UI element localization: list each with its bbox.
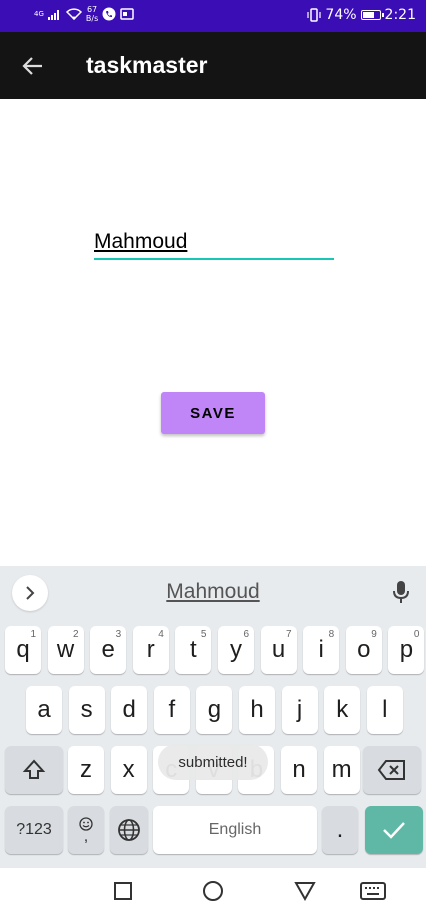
key-hint: 2 xyxy=(73,629,79,640)
shift-icon xyxy=(22,759,46,779)
vibrate-icon xyxy=(307,8,322,22)
key-i[interactable]: i8 xyxy=(303,626,340,674)
key-s[interactable]: s xyxy=(68,686,105,734)
back-nav-button[interactable] xyxy=(290,876,320,906)
microphone-icon xyxy=(393,581,409,603)
key-label: r xyxy=(146,636,155,663)
recents-button[interactable] xyxy=(108,876,138,906)
status-bar: 4G 67 B/s 74% 2:21 xyxy=(0,0,426,32)
shift-key[interactable] xyxy=(5,746,63,794)
square-icon xyxy=(114,882,132,900)
key-hint: 6 xyxy=(243,629,249,640)
speed-unit: B/s xyxy=(85,14,99,23)
toast-message: submitted! xyxy=(158,744,268,780)
soft-keyboard: Mahmoud q1w2e3r4t5y6u7i8o9p0asdfghjklzxc… xyxy=(0,566,426,868)
circle-icon xyxy=(203,881,223,901)
phone-call-icon xyxy=(102,7,116,21)
key-d[interactable]: d xyxy=(111,686,148,734)
triangle-back-icon xyxy=(294,882,316,901)
key-j[interactable]: j xyxy=(281,686,318,734)
key-e[interactable]: e3 xyxy=(90,626,127,674)
backspace-key[interactable] xyxy=(363,746,421,794)
keyboard-icon xyxy=(360,882,386,900)
key-hint: 9 xyxy=(371,629,377,640)
enter-key[interactable] xyxy=(365,806,423,854)
key-label: t xyxy=(190,636,197,663)
signal-icon xyxy=(47,10,59,20)
key-label: u xyxy=(271,636,286,663)
battery-percent: 74% xyxy=(325,7,357,23)
key-hint: 7 xyxy=(286,629,292,640)
arrow-back-icon xyxy=(22,57,42,75)
app-bar: taskmaster xyxy=(0,32,426,99)
key-hint: 4 xyxy=(158,629,164,640)
key-label: q xyxy=(16,636,30,663)
name-input[interactable] xyxy=(94,226,334,260)
battery-icon xyxy=(360,10,384,20)
key-label: y xyxy=(230,636,242,663)
backspace-icon xyxy=(377,760,405,780)
key-label: o xyxy=(357,636,371,663)
key-g[interactable]: g xyxy=(196,686,233,734)
key-a[interactable]: a xyxy=(26,686,62,734)
clock: 2:21 xyxy=(384,7,416,23)
suggestion-bar: Mahmoud xyxy=(0,566,426,620)
key-p[interactable]: p0 xyxy=(388,626,425,674)
key-hint: 3 xyxy=(115,629,122,640)
key-hint: 0 xyxy=(413,629,420,640)
status-right: 74% 2:21 xyxy=(307,7,416,23)
key-l[interactable]: l xyxy=(366,686,403,734)
key-label: i xyxy=(318,636,324,663)
key-u[interactable]: u7 xyxy=(260,626,297,674)
key-f[interactable]: f xyxy=(153,686,190,734)
save-button[interactable]: SAVE xyxy=(161,392,265,434)
network-speed: 67 B/s xyxy=(86,5,98,23)
symbols-key[interactable]: ?123 xyxy=(5,806,63,854)
key-t[interactable]: t5 xyxy=(175,626,212,674)
key-k[interactable]: k xyxy=(324,686,361,734)
key-o[interactable]: o9 xyxy=(345,626,382,674)
key-label: p xyxy=(399,636,414,663)
sim-card-icon xyxy=(120,8,134,20)
key-label: e xyxy=(101,636,115,663)
key-r[interactable]: r4 xyxy=(132,626,169,674)
key-z[interactable]: z xyxy=(68,746,104,794)
voice-input-button[interactable] xyxy=(386,577,416,607)
globe-icon xyxy=(118,819,140,841)
app-title: taskmaster xyxy=(86,52,208,78)
checkmark-icon xyxy=(383,822,405,839)
space-key[interactable]: English xyxy=(153,806,317,854)
language-key[interactable] xyxy=(110,806,148,854)
wifi-icon xyxy=(65,8,82,20)
key-h[interactable]: h xyxy=(239,686,275,734)
speed-value: 67 xyxy=(86,5,98,14)
back-button[interactable] xyxy=(18,51,48,81)
home-button[interactable] xyxy=(198,876,228,906)
key-w[interactable]: w2 xyxy=(47,626,84,674)
navigation-bar xyxy=(0,868,426,911)
key-hint: 8 xyxy=(328,629,335,640)
key-hint: 5 xyxy=(200,629,207,640)
key-q[interactable]: q1 xyxy=(5,626,41,674)
status-left: 4G 67 B/s xyxy=(34,5,134,23)
period-key[interactable]: . xyxy=(322,806,358,854)
key-m[interactable]: m xyxy=(323,746,360,794)
keyboard-switch-button[interactable] xyxy=(358,876,388,906)
key-label: w xyxy=(56,636,75,663)
comma-label: , xyxy=(83,828,89,845)
word-suggestion[interactable]: Mahmoud xyxy=(0,580,426,604)
battery-fill xyxy=(362,12,374,18)
key-y[interactable]: y6 xyxy=(218,626,254,674)
key-hint: 1 xyxy=(30,629,36,640)
network-type: 4G xyxy=(34,9,44,18)
key-n[interactable]: n xyxy=(281,746,317,794)
emoji-comma-key[interactable]: , xyxy=(68,806,104,854)
key-x[interactable]: x xyxy=(110,746,147,794)
